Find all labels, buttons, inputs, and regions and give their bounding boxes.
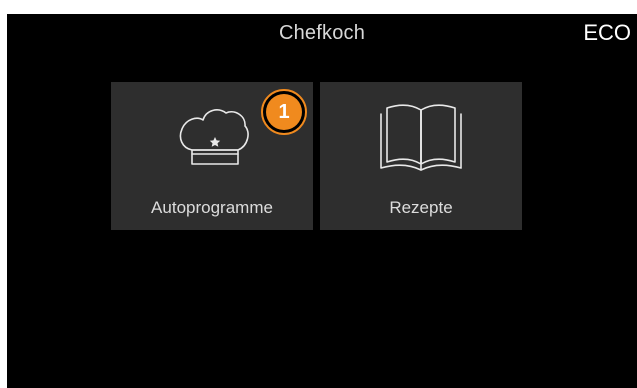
autoprogramme-label: Autoprogramme bbox=[151, 198, 273, 217]
page-title: Chefkoch bbox=[278, 22, 366, 44]
book-icon bbox=[320, 94, 522, 178]
step-number-badge: 1 bbox=[261, 89, 307, 135]
step-number: 1 bbox=[266, 94, 302, 130]
rezepte-tile[interactable]: Rezepte bbox=[320, 82, 522, 230]
eco-indicator[interactable]: ECO bbox=[583, 20, 631, 46]
rezepte-label: Rezepte bbox=[389, 198, 453, 217]
display-screen: Chefkoch ECO Autoprogramme Rezepte 1 bbox=[7, 14, 637, 388]
